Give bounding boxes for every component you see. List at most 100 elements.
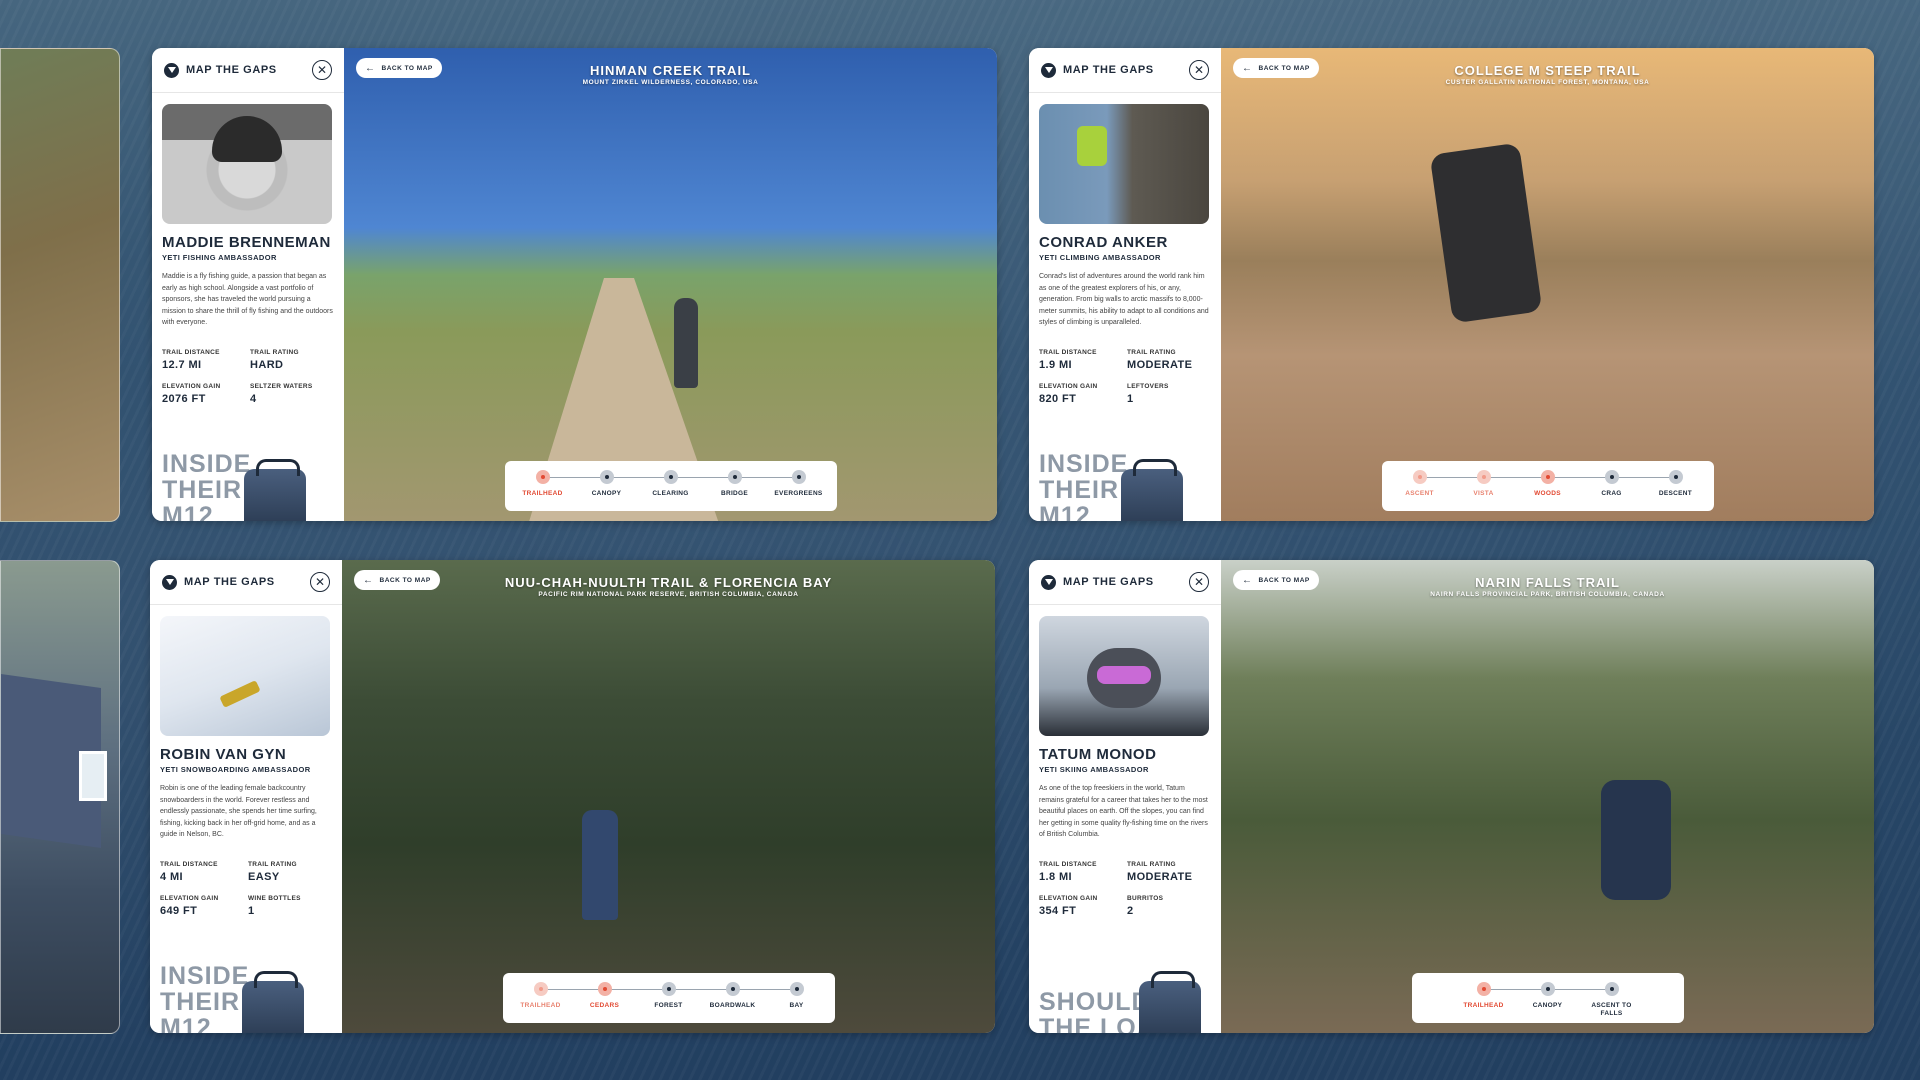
ambassador-name: ROBIN VAN GYN (160, 746, 287, 763)
stop-label: WOODS (1534, 490, 1561, 497)
stop-label: FOREST (654, 1002, 683, 1009)
trail-stats: TRAIL DISTANCE 1.9 MI TRAIL RATING MODERAT… (1039, 349, 1211, 405)
trail-location: MOUNT ZIRKEL WILDERNESS, COLORADO, USA (582, 79, 759, 86)
ambassador-name: TATUM MONOD (1039, 746, 1157, 763)
stop[interactable]: WOODS (1516, 461, 1580, 498)
stop-label: TRAILHEAD (522, 490, 563, 497)
stop[interactable]: TRAILHEAD (511, 461, 575, 498)
stop[interactable]: TRAILHEAD (1452, 973, 1516, 1010)
close-icon[interactable]: ✕ (310, 572, 330, 592)
trail-scene[interactable]: ← BACK TO MAP HINMAN CREEK TRAIL MOUNT ZI… (344, 48, 997, 521)
stop-dot (725, 982, 740, 996)
stat-value: HARD (250, 358, 284, 371)
stop[interactable]: DESCENT (1644, 461, 1708, 498)
stat-value: 4 MI (160, 870, 183, 883)
hiker-figure (674, 298, 698, 388)
stat-value: 354 FT (1039, 904, 1077, 917)
stat: TRAIL DISTANCE 12.7 MI (162, 349, 250, 371)
stop[interactable]: ASCENT TO FALLS (1580, 973, 1644, 1018)
stat: TRAIL RATING EASY (248, 861, 330, 883)
stat: WINE BOTTLES 1 (248, 895, 330, 917)
trail-location: CUSTER GALLATIN NATIONAL FOREST, MONTANA… (1445, 79, 1650, 86)
stop-dot (789, 982, 804, 996)
stop-label: ASCENT (1405, 490, 1434, 497)
ambassador-panel: MAP THE GAPS ✕ TATUM MONOD YETI SKIING A… (1029, 560, 1221, 1033)
stat-label: TRAIL DISTANCE (160, 860, 218, 868)
stop-label: BRIDGE (720, 490, 749, 497)
stop[interactable]: EVERGREENS (767, 461, 831, 498)
stat-value: 4 (250, 392, 257, 405)
trail-scene[interactable]: ← BACK TO MAP COLLEGE M STEEP TRAIL CUSTE… (1221, 48, 1874, 521)
stop[interactable]: CANOPY (575, 461, 639, 498)
ambassador-photo (1039, 104, 1209, 224)
ambassador-name: CONRAD ANKER (1039, 234, 1168, 251)
stop-label: BAY (789, 1002, 804, 1009)
stop[interactable]: BAY (765, 973, 829, 1010)
close-icon[interactable]: ✕ (1189, 60, 1209, 80)
stop-label: BOARDWALK (709, 1002, 756, 1009)
ambassador-panel: MAP THE GAPS ✕ ROBIN VAN GYN YETI SNOWBO… (150, 560, 342, 1033)
ambassador-role: YETI CLIMBING AMBASSADOR (1039, 253, 1161, 262)
trail-stops: TRAILHEAD CEDARS FOREST BOARDWALK BAY (502, 973, 835, 1023)
panel-header: MAP THE GAPS ✕ (152, 48, 344, 93)
trail-card: MAP THE GAPS ✕ ROBIN VAN GYN YETI SNOWBO… (150, 560, 995, 1033)
stat-value: 1.9 MI (1039, 358, 1072, 371)
stat-label: LEFTOVERS (1127, 382, 1169, 390)
stop[interactable]: CRAG (1580, 461, 1644, 498)
stop-label: CANOPY (1532, 1002, 1563, 1009)
stat-label: TRAIL RATING (248, 860, 297, 868)
stop[interactable]: CEDARS (573, 973, 637, 1010)
stat-value: 12.7 MI (162, 358, 202, 371)
stat-value: MODERATE (1127, 870, 1193, 883)
backpack-image (1139, 971, 1201, 1033)
stat: TRAIL RATING MODERATE (1127, 861, 1209, 883)
stop[interactable]: VISTA (1452, 461, 1516, 498)
panel-title: MAP THE GAPS (184, 576, 275, 588)
stop[interactable]: ASCENT (1388, 461, 1452, 498)
stat: TRAIL RATING HARD (250, 349, 332, 371)
stat-label: TRAIL RATING (250, 348, 299, 356)
ambassador-bio: Maddie is a fly fishing guide, a passion… (162, 273, 333, 326)
stop-dot (791, 470, 806, 484)
stop-dot (1668, 470, 1683, 484)
stop[interactable]: TRAILHEAD (509, 973, 573, 1010)
stop[interactable]: BOARDWALK (701, 973, 765, 1010)
stat-value: 1 (1127, 392, 1134, 405)
stop[interactable]: BRIDGE (703, 461, 767, 498)
close-icon[interactable]: ✕ (312, 60, 332, 80)
panel-title: MAP THE GAPS (186, 64, 277, 76)
stat-value: 820 FT (1039, 392, 1077, 405)
stop-dot (1604, 470, 1619, 484)
ambassador-role: YETI SNOWBOARDING AMBASSADOR (160, 765, 311, 774)
stat: TRAIL DISTANCE 4 MI (160, 861, 248, 883)
stop-dot (727, 470, 742, 484)
hiker-figure (1601, 780, 1671, 900)
stop[interactable]: CANOPY (1516, 973, 1580, 1010)
stop-label: CRAG (1601, 490, 1622, 497)
stop[interactable]: FOREST (637, 973, 701, 1010)
stat-label: ELEVATION GAIN (1039, 894, 1098, 902)
ambassador-panel: MAP THE GAPS ✕ CONRAD ANKER YETI CLIMBIN… (1029, 48, 1221, 521)
stat: TRAIL DISTANCE 1.8 MI (1039, 861, 1127, 883)
stat: TRAIL DISTANCE 1.9 MI (1039, 349, 1127, 371)
stat: ELEVATION GAIN 354 FT (1039, 895, 1127, 917)
trail-location: NAIRN FALLS PROVINCIAL PARK, BRITISH COL… (1430, 591, 1665, 598)
stat-label: ELEVATION GAIN (1039, 382, 1098, 390)
trail-stats: TRAIL DISTANCE 12.7 MI TRAIL RATING HARD E… (162, 349, 334, 405)
stat-label: BURRITOS (1127, 894, 1164, 902)
panel-title: MAP THE GAPS (1063, 576, 1154, 588)
close-icon[interactable]: ✕ (1189, 572, 1209, 592)
ambassador-photo (160, 616, 330, 736)
trail-title: NARIN FALLS TRAIL (1475, 575, 1620, 590)
stop-label: ASCENT TO FALLS (1591, 1002, 1632, 1017)
stat: TRAIL RATING MODERATE (1127, 349, 1209, 371)
trail-scene[interactable]: ← BACK TO MAP NUU-CHAH-NUULTH TRAIL & FLO… (342, 560, 995, 1033)
trail-scene[interactable]: ← BACK TO MAP NARIN FALLS TRAIL NAIRN FAL… (1221, 560, 1874, 1033)
ambassador-role: YETI FISHING AMBASSADOR (162, 253, 277, 262)
stop-dot (1412, 470, 1427, 484)
hiker-figure (582, 810, 618, 920)
partial-card-left-top (0, 48, 120, 522)
stop[interactable]: CLEARING (639, 461, 703, 498)
stat: BURRITOS 2 (1127, 895, 1209, 917)
stat-value: 649 FT (160, 904, 198, 917)
